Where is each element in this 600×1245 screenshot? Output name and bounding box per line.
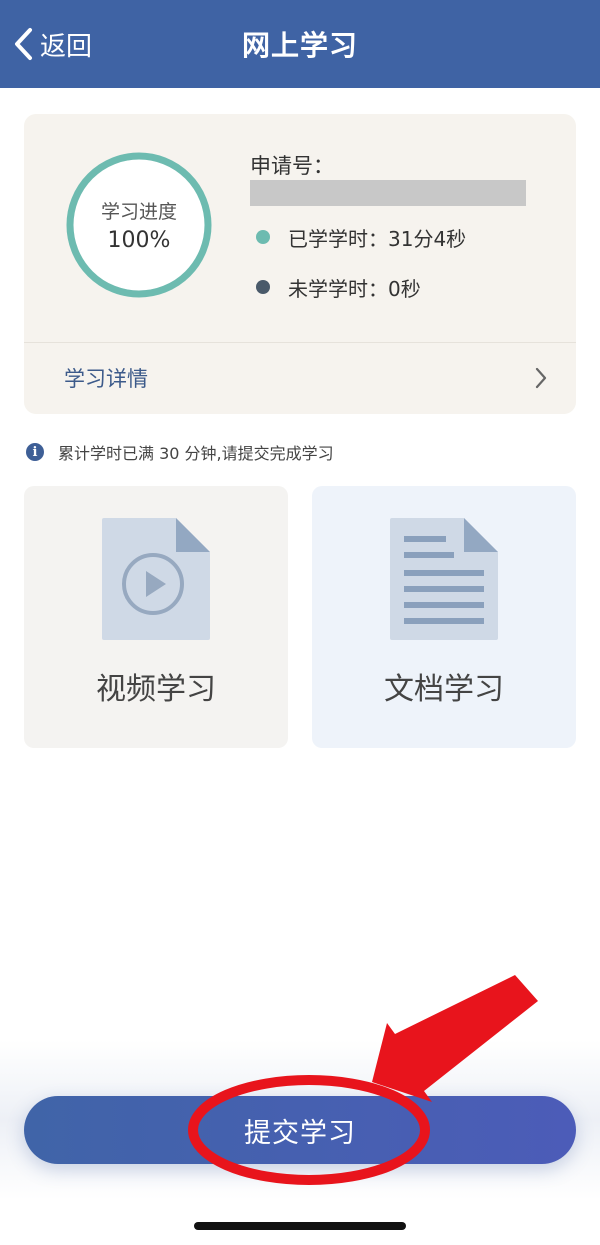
progress-label: 学习进度 <box>100 201 177 223</box>
progress-ring: 学习进度 100% <box>64 150 214 300</box>
chevron-right-icon <box>535 367 547 389</box>
info-icon: i <box>26 443 44 461</box>
study-details-label: 学习详情 <box>64 367 148 391</box>
application-number-label: 申请号： <box>250 154 334 178</box>
progress-value: 100% <box>107 228 171 253</box>
card-divider <box>24 342 576 343</box>
video-file-icon <box>102 518 210 640</box>
remaining-dot-icon <box>256 280 270 294</box>
screen: 返回 网上学习 学习进度 100% 申请号： 已学学时：31分4秒 未学学时：0… <box>0 0 600 1245</box>
document-study-label: 文档学习 <box>384 672 504 707</box>
submit-study-button[interactable]: 提交学习 <box>24 1096 576 1164</box>
document-study-tile[interactable]: 文档学习 <box>312 486 576 748</box>
submit-study-label: 提交学习 <box>244 1117 356 1149</box>
page-title: 网上学习 <box>241 29 358 62</box>
study-details-link[interactable]: 学习详情 <box>24 344 576 412</box>
notice-text: 累计学时已满 30 分钟,请提交完成学习 <box>58 444 334 463</box>
learned-hours-text: 已学学时：31分4秒 <box>288 226 467 251</box>
video-study-label: 视频学习 <box>96 672 216 707</box>
learned-hours-row: 已学学时：31分4秒 <box>256 222 466 252</box>
nav-header: 返回 网上学习 <box>0 0 600 88</box>
chevron-left-icon <box>15 28 32 60</box>
back-button[interactable]: 返回 <box>12 22 92 66</box>
video-study-tile[interactable]: 视频学习 <box>24 486 288 748</box>
remaining-hours-row: 未学学时：0秒 <box>256 272 421 302</box>
home-indicator <box>194 1222 406 1230</box>
completion-notice: i 累计学时已满 30 分钟,请提交完成学习 <box>26 438 334 466</box>
document-file-icon <box>390 518 498 640</box>
learned-dot-icon <box>256 230 270 244</box>
application-number-redacted <box>250 180 526 206</box>
back-label: 返回 <box>40 31 93 62</box>
progress-card: 学习进度 100% 申请号： 已学学时：31分4秒 未学学时：0秒 学习详情 <box>24 114 576 414</box>
remaining-hours-text: 未学学时：0秒 <box>288 276 421 301</box>
